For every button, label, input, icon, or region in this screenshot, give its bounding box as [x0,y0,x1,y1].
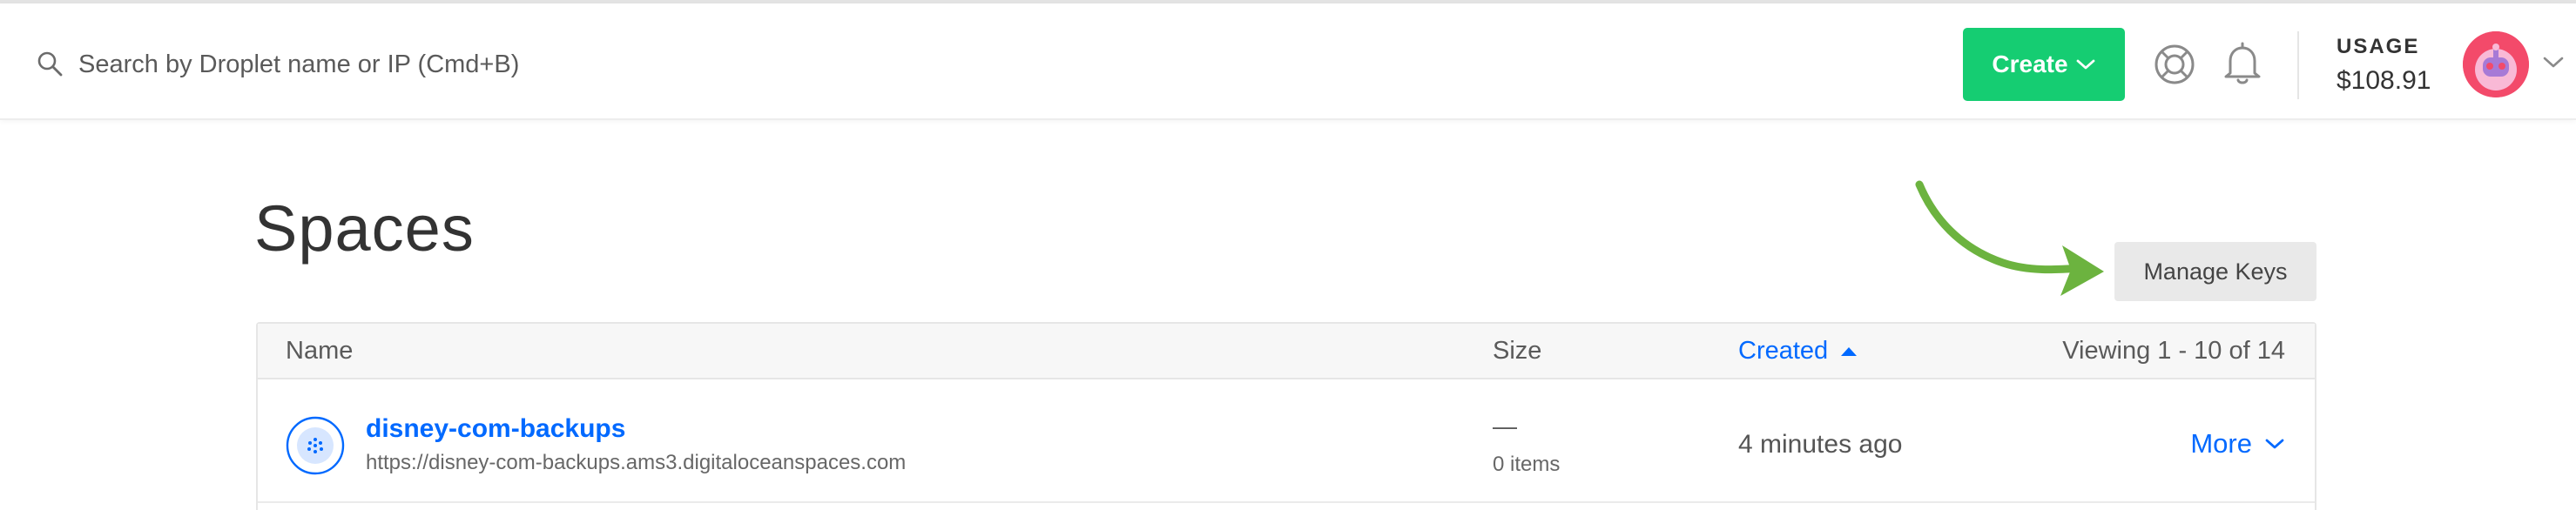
space-url: https://disney-com-backups.ams3.digitalo… [366,451,907,474]
more-menu-button[interactable]: More [2190,428,2285,460]
create-button-label: Create [1992,50,2068,77]
manage-keys-button[interactable]: Manage Keys [2114,242,2316,301]
usage-value: $108.91 [2337,66,2431,95]
space-name-link[interactable]: disney-com-backups [366,414,625,444]
page-title: Spaces [254,192,475,265]
search-bar[interactable] [35,38,732,91]
column-header-size[interactable]: Size [1493,337,1541,366]
space-bucket-icon [286,416,345,475]
column-header-created[interactable]: Created [1738,337,1858,366]
top-navbar: Create USAGE $108.91 [0,3,2576,120]
spaces-table: Name Size Created Viewing 1 - 10 of 14 d… [256,322,2316,510]
bell-icon[interactable] [2221,40,2264,87]
chevron-down-icon [2265,439,2284,449]
space-created: 4 minutes ago [1738,430,1903,459]
space-item-count: 0 items [1493,453,1561,476]
search-icon [37,51,63,77]
chevron-down-icon[interactable] [2541,54,2566,71]
usage-label: USAGE [2337,35,2420,58]
robot-avatar-icon [2463,31,2529,97]
search-input[interactable] [78,50,705,79]
lifebuoy-icon[interactable] [2153,43,2196,86]
table-row: disney-com-backups https://disney-com-ba… [258,381,2315,503]
space-size: — [1493,413,1517,440]
avatar[interactable] [2463,31,2529,97]
column-header-created-label: Created [1738,337,1829,365]
annotation-arrow-icon [1915,180,2104,296]
create-button[interactable]: Create [1963,28,2125,101]
pagination-summary: Viewing 1 - 10 of 14 [2062,337,2285,365]
column-header-name[interactable]: Name [286,337,353,366]
table-header: Name Size Created Viewing 1 - 10 of 14 [258,324,2315,379]
chevron-down-icon [2076,59,2094,70]
manage-keys-label: Manage Keys [2143,258,2288,285]
more-label: More [2190,428,2252,459]
header-divider [2297,31,2299,99]
sort-ascending-icon [1841,346,1858,356]
usage-summary[interactable]: USAGE $108.91 [2337,35,2431,96]
